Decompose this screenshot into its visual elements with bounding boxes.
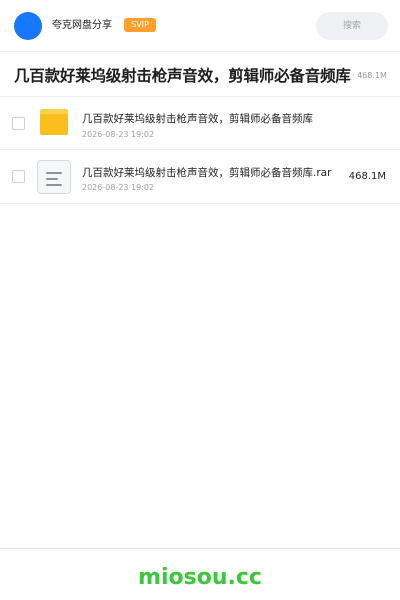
file-row[interactable]: 几百款好莱坞级射击枪声音效，剪辑师必备音频库 2026-08-23 19:02 <box>0 96 400 150</box>
footer: miosou.cc <box>0 548 400 600</box>
top-bar: 夸克网盘分享 SVIP <box>0 0 400 52</box>
file-name[interactable]: 几百款好莱坞级射击枪声音效，剪辑师必备音频库.rar <box>82 166 331 180</box>
svip-badge: SVIP <box>124 18 156 32</box>
share-total-size: · 468.1M <box>352 71 387 80</box>
brand-name: 夸克网盘分享 <box>52 20 112 31</box>
select-checkbox[interactable] <box>12 117 25 130</box>
select-checkbox[interactable] <box>12 170 25 183</box>
file-date: 2026-08-23 19:02 <box>82 183 155 192</box>
file-row[interactable]: 几百款好莱坞级射击枪声音效，剪辑师必备音频库.rar 2026-08-23 19… <box>0 150 400 204</box>
folder-icon <box>40 109 68 135</box>
file-name[interactable]: 几百款好莱坞级射击枪声音效，剪辑师必备音频库 <box>82 112 313 126</box>
file-date: 2026-08-23 19:02 <box>82 130 155 139</box>
share-title-bar: 几百款好莱坞级射击枪声音效，剪辑师必备音频库 · 468.1M <box>0 53 400 97</box>
file-size: 468.1M <box>348 171 386 182</box>
share-title: 几百款好莱坞级射击枪声音效，剪辑师必备音频库 <box>14 67 351 85</box>
search-input[interactable] <box>316 12 388 40</box>
site-watermark: miosou.cc <box>138 565 262 590</box>
avatar[interactable] <box>14 12 42 40</box>
file-icon <box>37 160 71 194</box>
